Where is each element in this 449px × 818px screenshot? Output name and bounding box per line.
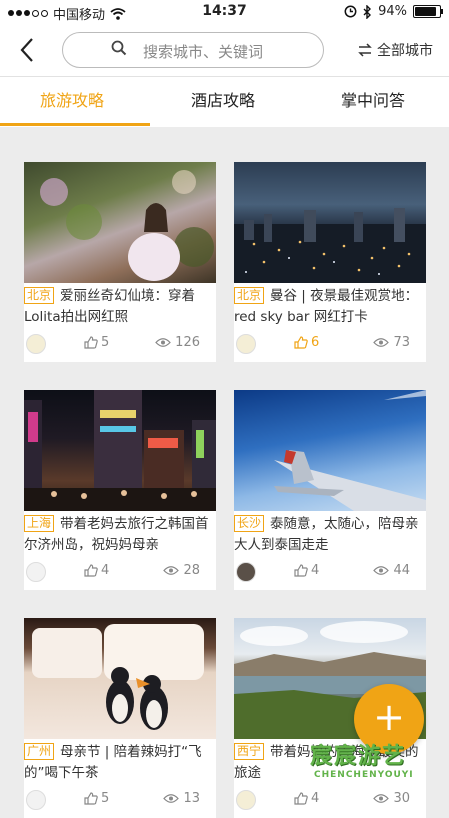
chevron-left-icon[interactable] bbox=[20, 37, 34, 63]
eye-icon bbox=[373, 566, 390, 575]
view-count: 13 bbox=[163, 791, 200, 806]
eye-icon bbox=[373, 794, 390, 803]
city-tag[interactable]: 上海 bbox=[24, 515, 55, 532]
thumbs-up-icon bbox=[294, 564, 308, 577]
view-count: 44 bbox=[373, 563, 410, 578]
guide-photo-street-market bbox=[24, 390, 216, 511]
alarm-icon bbox=[344, 5, 357, 18]
guide-card[interactable]: 北京 爱丽丝奇幻仙境：穿着Lolita拍出网红照 5 126 bbox=[24, 162, 216, 362]
guide-photo-fairy-garden bbox=[24, 162, 216, 283]
author-avatar[interactable] bbox=[236, 334, 256, 354]
tab-hotel-guides[interactable]: 酒店攻略 bbox=[191, 87, 255, 111]
all-cities-label: 全部城市 bbox=[377, 43, 433, 59]
watermark-cn: 宸宸游艺 bbox=[310, 744, 407, 769]
city-tag[interactable]: 长沙 bbox=[234, 515, 265, 532]
like-count[interactable]: 6 bbox=[294, 335, 319, 350]
eye-icon bbox=[155, 338, 171, 347]
city-tag[interactable]: 西宁 bbox=[234, 743, 265, 760]
view-count: 73 bbox=[373, 335, 410, 350]
guide-card[interactable]: 北京 曼谷 | 夜景最佳观赏地：red sky bar 网红打卡 6 73 bbox=[234, 162, 426, 362]
guide-photo-penguin-plush bbox=[24, 618, 216, 739]
bluetooth-icon bbox=[363, 4, 372, 19]
eye-icon bbox=[163, 794, 180, 803]
like-count[interactable]: 4 bbox=[294, 563, 319, 578]
category-tabs: 旅游攻略 酒店攻略 掌中问答 bbox=[0, 76, 449, 127]
like-count[interactable]: 5 bbox=[84, 791, 109, 806]
thumbs-up-icon bbox=[84, 564, 98, 577]
status-bar: 中国移动 14:37 94% bbox=[0, 0, 449, 24]
tab-qa[interactable]: 掌中问答 bbox=[341, 87, 405, 111]
city-tag[interactable]: 广州 bbox=[24, 743, 55, 760]
tab-travel-guides[interactable]: 旅游攻略 bbox=[40, 87, 104, 111]
all-cities-button[interactable]: 全部城市 bbox=[357, 40, 433, 60]
swap-arrows-icon bbox=[358, 43, 372, 57]
active-tab-indicator bbox=[0, 123, 150, 126]
city-tag[interactable]: 北京 bbox=[24, 287, 55, 304]
view-count: 30 bbox=[373, 791, 410, 806]
author-avatar[interactable] bbox=[236, 790, 256, 810]
guide-card[interactable]: 广州 母亲节 | 陪着辣妈打“飞的”喝下午茶 5 13 bbox=[24, 618, 216, 818]
watermark-logo: 宸宸游艺 CHENCHENYOUYI bbox=[310, 738, 436, 786]
author-avatar[interactable] bbox=[26, 562, 46, 582]
battery-icon bbox=[413, 5, 443, 18]
thumbs-up-icon bbox=[84, 336, 98, 349]
like-count[interactable]: 5 bbox=[84, 335, 109, 350]
thumbs-up-icon bbox=[84, 792, 98, 805]
view-count: 126 bbox=[155, 335, 200, 350]
author-avatar[interactable] bbox=[26, 334, 46, 354]
guide-photo-airplane-wing bbox=[234, 390, 426, 511]
city-tag[interactable]: 北京 bbox=[234, 287, 265, 304]
guide-card[interactable]: 上海 带着老妈去旅行之韩国首尔济州岛，祝妈妈母亲 4 28 bbox=[24, 390, 216, 590]
view-count: 28 bbox=[163, 563, 200, 578]
like-count[interactable]: 4 bbox=[294, 791, 319, 806]
eye-icon bbox=[163, 566, 180, 575]
like-count[interactable]: 4 bbox=[84, 563, 109, 578]
search-input[interactable]: 搜索城市、关键词 bbox=[62, 32, 324, 68]
watermark-en: CHENCHENYOUYI bbox=[314, 770, 414, 780]
guide-photo-night-skyline bbox=[234, 162, 426, 283]
top-nav-bar: 搜索城市、关键词 全部城市 bbox=[0, 24, 449, 76]
guide-card[interactable]: 长沙 泰随意，太随心，陪母亲大人到泰国走走 4 44 bbox=[234, 390, 426, 590]
thumbs-up-icon bbox=[294, 336, 308, 349]
eye-icon bbox=[373, 338, 390, 347]
author-avatar[interactable] bbox=[236, 562, 256, 582]
thumbs-up-icon bbox=[294, 792, 308, 805]
battery-percent: 94% bbox=[378, 4, 407, 19]
search-icon bbox=[111, 40, 127, 56]
author-avatar[interactable] bbox=[26, 790, 46, 810]
search-placeholder: 搜索城市、关键词 bbox=[143, 43, 264, 61]
